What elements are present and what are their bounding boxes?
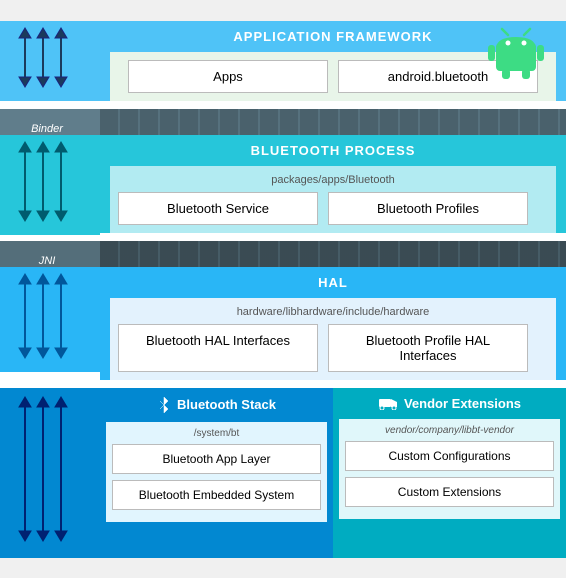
bt-stack-title: Bluetooth Stack: [177, 397, 276, 412]
bt-stack-subtext: /system/bt: [112, 428, 321, 439]
vendor-ext-section: Vendor Extensions vendor/company/libbt-v…: [333, 388, 566, 558]
apps-box: Apps: [128, 60, 328, 93]
custom-configs-box: Custom Configurations: [345, 441, 554, 471]
vendor-ext-header: Vendor Extensions: [333, 388, 566, 419]
appfw-arrows: [5, 26, 95, 96]
bottom-right: Bluetooth Stack /system/bt Bluetooth App…: [100, 388, 566, 558]
hal-interfaces-box: Bluetooth HAL Interfaces: [118, 324, 318, 372]
diagram-container: APPLICATION FRAMEWORK Apps android.bluet…: [0, 21, 566, 558]
hal-left: [0, 267, 100, 372]
bt-process-row: BLUETOOTH PROCESS packages/apps/Bluetoot…: [0, 135, 566, 241]
bt-process-subtext: packages/apps/Bluetooth: [118, 174, 548, 186]
bluetooth-icon: [157, 396, 171, 414]
hal-section: HAL hardware/libhardware/include/hardwar…: [100, 267, 566, 380]
bt-process-content: packages/apps/Bluetooth Bluetooth Servic…: [110, 166, 556, 233]
custom-extensions-box: Custom Extensions: [345, 477, 554, 507]
bt-process-boxes: Bluetooth Service Bluetooth Profiles: [118, 192, 548, 225]
binder-row: Binder: [0, 109, 566, 135]
binder-label: Binder: [31, 123, 63, 135]
jni-connector: [100, 241, 566, 267]
android-logo: [486, 21, 546, 81]
hal-subtext: hardware/libhardware/include/hardware: [118, 306, 548, 318]
bt-process-arrows: [5, 140, 95, 230]
bt-app-layer-box: Bluetooth App Layer: [112, 444, 321, 474]
bt-process-right: BLUETOOTH PROCESS packages/apps/Bluetoot…: [100, 135, 566, 241]
bottom-arrows: [5, 395, 95, 550]
bottom-columns: Bluetooth Stack /system/bt Bluetooth App…: [100, 388, 566, 558]
vendor-ext-title: Vendor Extensions: [404, 396, 521, 411]
hal-profile-interfaces-box: Bluetooth Profile HAL Interfaces: [328, 324, 528, 372]
jni-row: JNI: [0, 241, 566, 267]
bt-service-box: Bluetooth Service: [118, 192, 318, 225]
bt-profiles-box: Bluetooth Profiles: [328, 192, 528, 225]
hal-arrows: [5, 272, 95, 367]
jni-left: JNI: [0, 241, 100, 267]
hal-row: HAL hardware/libhardware/include/hardwar…: [0, 267, 566, 388]
jni-label: JNI: [39, 255, 56, 267]
bottom-row: Bluetooth Stack /system/bt Bluetooth App…: [0, 388, 566, 558]
appfw-left-col: [0, 21, 100, 101]
hal-content: hardware/libhardware/include/hardware Bl…: [110, 298, 556, 380]
hal-boxes: Bluetooth HAL Interfaces Bluetooth Profi…: [118, 324, 548, 372]
bt-process-left: [0, 135, 100, 235]
bt-stack-section: Bluetooth Stack /system/bt Bluetooth App…: [100, 388, 333, 558]
binder-left: Binder: [0, 109, 100, 135]
vendor-icon: [378, 396, 398, 410]
bt-stack-content: /system/bt Bluetooth App Layer Bluetooth…: [106, 422, 327, 522]
bt-stack-header: Bluetooth Stack: [100, 388, 333, 422]
hal-header: HAL: [100, 267, 566, 298]
bt-embedded-box: Bluetooth Embedded System: [112, 480, 321, 510]
bt-process-header: BLUETOOTH PROCESS: [100, 135, 566, 166]
app-framework-row: APPLICATION FRAMEWORK Apps android.bluet…: [0, 21, 566, 109]
vendor-ext-content: vendor/company/libbt-vendor Custom Confi…: [339, 419, 560, 519]
bt-process-section: BLUETOOTH PROCESS packages/apps/Bluetoot…: [100, 135, 566, 233]
binder-connector: [100, 109, 566, 135]
bottom-left: [0, 388, 100, 558]
vendor-ext-subtext: vendor/company/libbt-vendor: [345, 425, 554, 436]
hal-right: HAL hardware/libhardware/include/hardwar…: [100, 267, 566, 388]
